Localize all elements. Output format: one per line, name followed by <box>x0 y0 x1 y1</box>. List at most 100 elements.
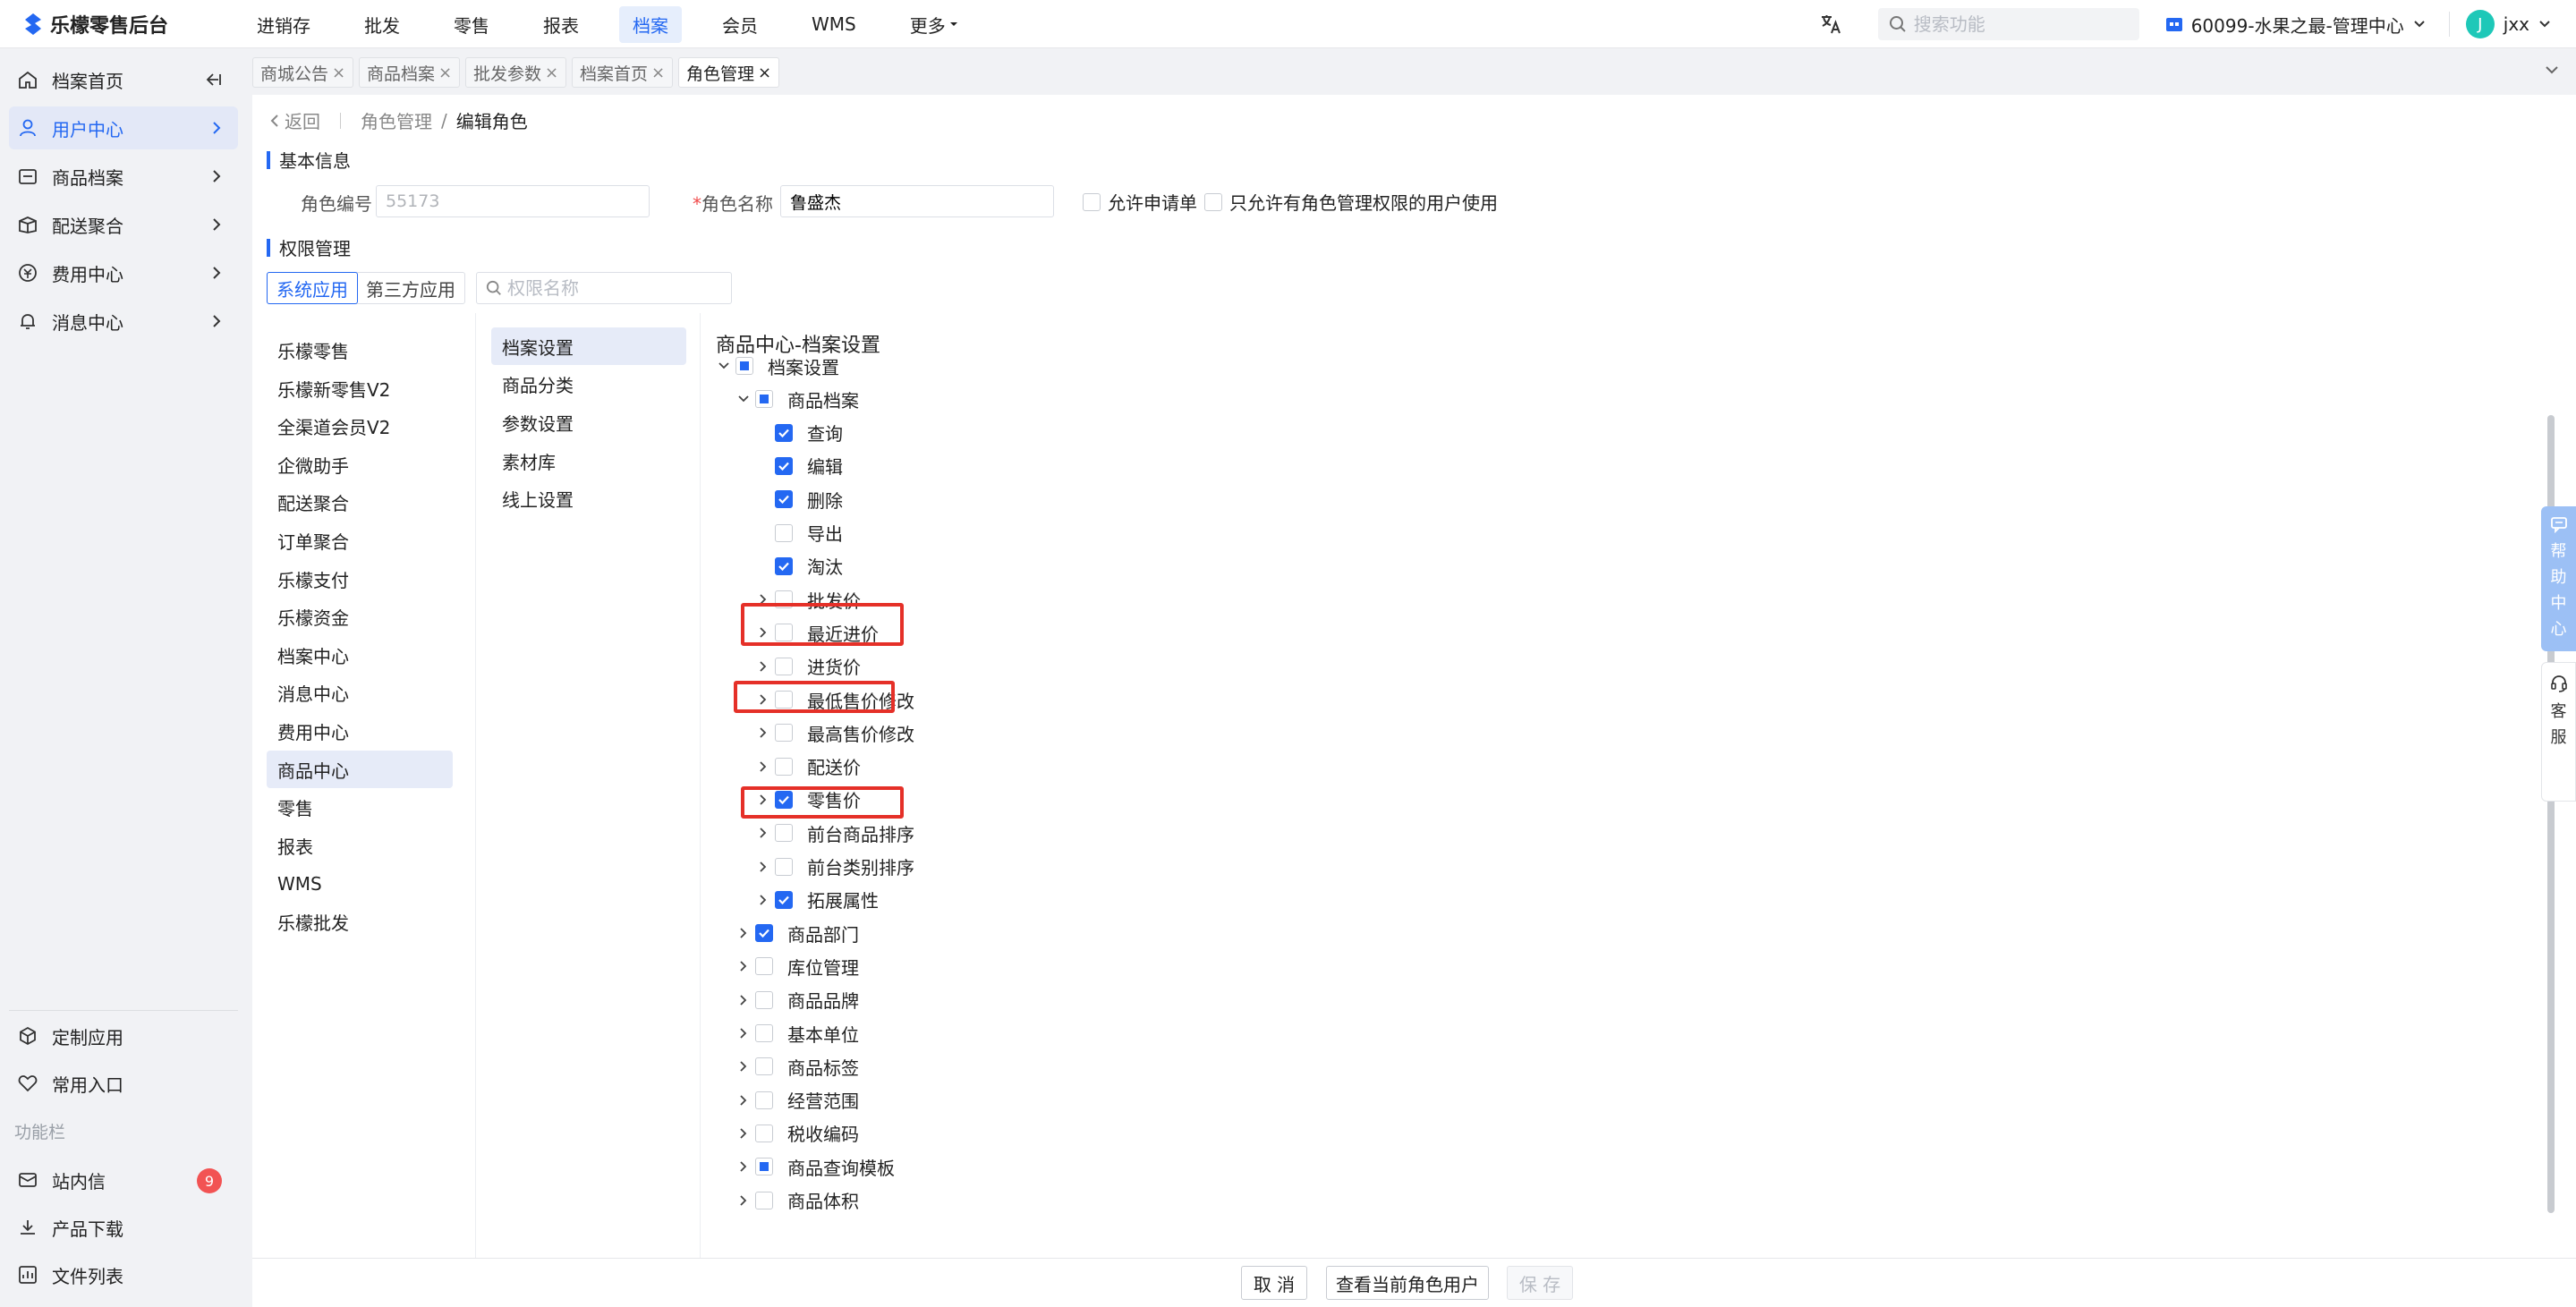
customer-service-float[interactable]: 客 服 <box>2541 662 2576 802</box>
topnav-more[interactable]: 更多 <box>897 6 972 43</box>
chevron-right-icon[interactable] <box>755 894 771 906</box>
sidebar-item-download[interactable]: 产品下载 <box>9 1206 238 1249</box>
chevron-right-icon[interactable] <box>755 660 771 673</box>
tree-checkbox[interactable] <box>775 890 793 909</box>
only-admin-checkbox[interactable]: 只允许有角色管理权限的用户使用 <box>1204 189 1498 215</box>
tree-checkbox[interactable] <box>775 423 793 442</box>
tree-checkbox[interactable] <box>775 556 793 575</box>
tree-row[interactable]: 配送价 <box>755 753 861 780</box>
tree-row[interactable]: 商品部门 <box>735 920 859 946</box>
tree-checkbox[interactable] <box>775 790 793 809</box>
tab-wholesale-params[interactable]: 批发参数 × <box>465 57 567 88</box>
chevron-right-icon[interactable] <box>755 794 771 806</box>
permission-search[interactable] <box>476 272 732 304</box>
module-list-item[interactable]: 线上设置 <box>491 480 686 517</box>
app-list-item[interactable]: 消息中心 <box>267 674 453 711</box>
chevron-right-icon[interactable] <box>735 960 752 972</box>
user-menu[interactable]: J jxx <box>2465 10 2551 38</box>
app-list-item[interactable]: 订单聚合 <box>267 522 453 559</box>
help-center-float[interactable]: 帮 助 中 心 <box>2541 506 2576 651</box>
breadcrumb-role-management[interactable]: 角色管理 <box>361 107 432 133</box>
tab-mall-notice[interactable]: 商城公告 × <box>252 57 354 88</box>
chevron-right-icon[interactable] <box>755 726 771 739</box>
tree-row[interactable]: 最低售价修改 <box>755 686 914 713</box>
tree-row[interactable]: 基本单位 <box>735 1020 859 1047</box>
tabs-dropdown-icon[interactable] <box>2544 64 2560 75</box>
topnav-item-active[interactable]: 档案 <box>619 5 682 43</box>
chevron-right-icon[interactable] <box>755 593 771 606</box>
app-list-item[interactable]: 费用中心 <box>267 712 453 750</box>
chevron-right-icon[interactable] <box>735 1027 752 1040</box>
sidebar-item-expense[interactable]: 费用中心 <box>9 251 238 294</box>
tree-row[interactable]: 零售价 <box>755 786 861 813</box>
tree-checkbox[interactable] <box>755 1091 773 1109</box>
tree-row[interactable]: 最高售价修改 <box>755 719 914 746</box>
sidebar-item-product-archive[interactable]: 商品档案 <box>9 155 238 198</box>
save-button[interactable]: 保 存 <box>1507 1266 1573 1300</box>
tree-checkbox[interactable] <box>775 724 793 743</box>
app-list-item[interactable]: 零售 <box>267 788 453 826</box>
close-icon[interactable]: × <box>651 64 665 82</box>
permission-search-input[interactable] <box>507 277 722 299</box>
sidebar-item-custom-app[interactable]: 定制应用 <box>9 1014 238 1057</box>
chevron-right-icon[interactable] <box>755 861 771 873</box>
topnav-item[interactable]: 会员 <box>709 6 771 43</box>
chevron-right-icon[interactable] <box>735 927 752 939</box>
topnav-item[interactable]: 零售 <box>440 6 503 43</box>
app-list-item[interactable]: 配送聚合 <box>267 483 453 521</box>
collapse-sidebar-icon[interactable] <box>204 71 222 89</box>
tree-row[interactable]: 编辑 <box>755 453 843 480</box>
tree-row[interactable]: 库位管理 <box>735 953 859 980</box>
tree-row[interactable]: 批发价 <box>755 586 861 613</box>
chevron-right-icon[interactable] <box>755 760 771 773</box>
tree-checkbox[interactable] <box>775 857 793 876</box>
tree-checkbox[interactable] <box>775 691 793 709</box>
tree-row[interactable]: 进货价 <box>755 653 861 680</box>
chevron-right-icon[interactable] <box>755 626 771 639</box>
sidebar-item-message[interactable]: 消息中心 <box>9 300 238 343</box>
sidebar-item-file-list[interactable]: 文件列表 <box>9 1253 238 1296</box>
chevron-right-icon[interactable] <box>735 994 752 1006</box>
tree-row[interactable]: 前台商品排序 <box>755 819 914 846</box>
tree-checkbox[interactable] <box>755 1024 773 1042</box>
app-list-item[interactable]: 乐檬新零售V2 <box>267 369 453 407</box>
tree-row[interactable]: 税收编码 <box>735 1120 859 1147</box>
tree-checkbox[interactable] <box>775 824 793 843</box>
close-icon[interactable]: × <box>545 64 558 82</box>
tree-row[interactable]: 商品查询模板 <box>735 1153 895 1180</box>
sidebar-item-user-center[interactable]: 用户中心 <box>9 106 238 149</box>
chevron-right-icon[interactable] <box>735 1194 752 1207</box>
tree-row[interactable]: 最近进价 <box>755 619 879 646</box>
back-link[interactable]: 返回 <box>285 107 320 133</box>
app-list-item[interactable]: 乐檬零售 <box>267 331 453 369</box>
tree-row[interactable]: 拓展属性 <box>755 887 879 913</box>
tree-row[interactable]: 前台类别排序 <box>755 853 914 880</box>
chevron-down-icon[interactable] <box>716 361 732 370</box>
chevron-right-icon[interactable] <box>735 1160 752 1173</box>
chevron-right-icon[interactable] <box>735 1094 752 1107</box>
app-list-item[interactable]: 企微助手 <box>267 446 453 483</box>
tree-checkbox[interactable] <box>775 523 793 542</box>
app-list-item[interactable]: 档案中心 <box>267 636 453 674</box>
close-icon[interactable]: × <box>438 64 452 82</box>
store-switcher[interactable]: 60099-水果之最-管理中心 <box>2164 12 2426 38</box>
sidebar-item-favorites[interactable]: 常用入口 <box>9 1062 238 1105</box>
view-role-users-button[interactable]: 查看当前角色用户 <box>1326 1266 1489 1300</box>
tree-row[interactable]: 商品体积 <box>735 1187 859 1214</box>
chevron-down-icon[interactable] <box>735 395 752 403</box>
app-list-item[interactable]: 报表 <box>267 827 453 864</box>
translate-icon[interactable] <box>1819 13 1842 36</box>
tab-system-apps[interactable]: 系统应用 <box>267 272 358 304</box>
app-list-item[interactable]: 乐檬资金 <box>267 598 453 635</box>
close-icon[interactable]: × <box>332 64 345 82</box>
topnav-item[interactable]: WMS <box>798 8 870 40</box>
global-search-input[interactable] <box>1913 13 2129 35</box>
cancel-button[interactable]: 取 消 <box>1241 1266 1307 1300</box>
module-list-item[interactable]: 商品分类 <box>491 365 686 403</box>
tree-checkbox[interactable] <box>755 390 773 409</box>
tree-row[interactable]: 档案设置 <box>716 352 839 379</box>
topnav-item[interactable]: 进销存 <box>243 6 324 43</box>
chevron-right-icon[interactable] <box>735 1060 752 1073</box>
sidebar-item-delivery[interactable]: 配送聚合 <box>9 203 238 246</box>
tree-checkbox[interactable] <box>755 1191 773 1209</box>
